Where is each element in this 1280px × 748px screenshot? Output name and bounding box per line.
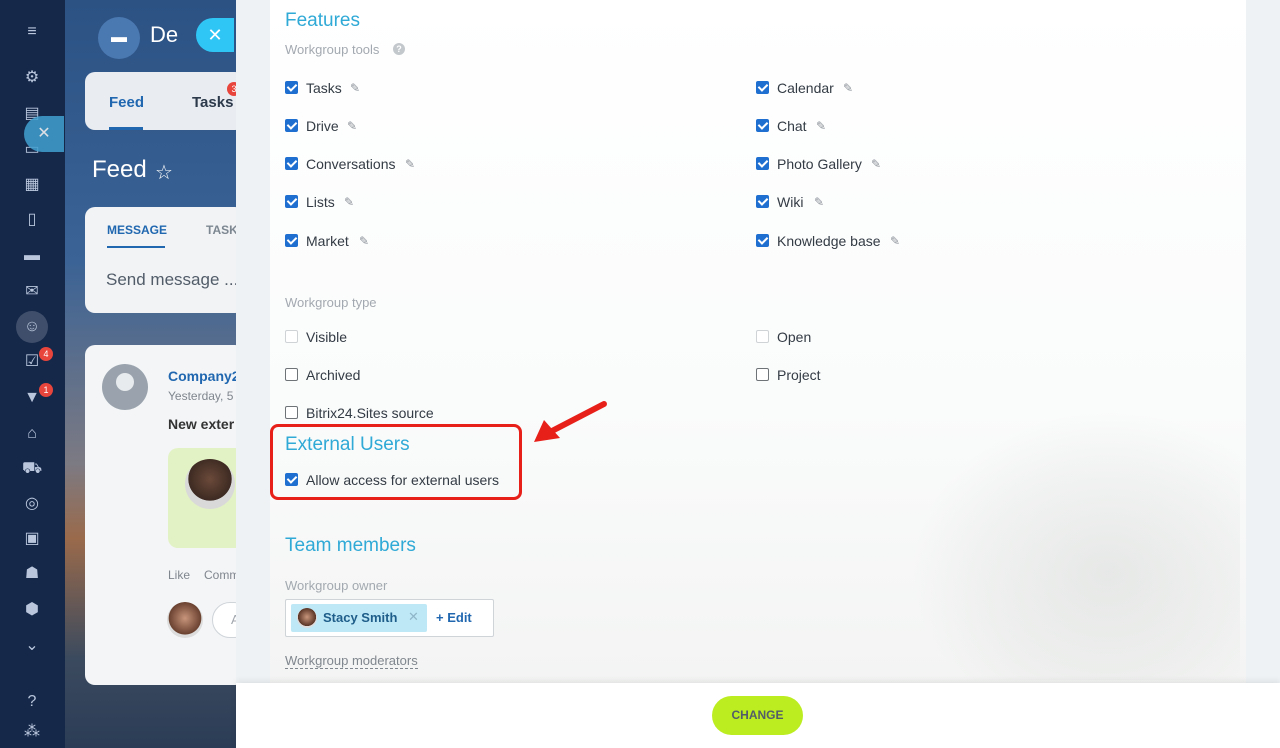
highlight-box xyxy=(270,424,522,500)
tab-tasks[interactable]: Tasks xyxy=(192,94,233,111)
post-time: Yesterday, 5 xyxy=(168,389,234,403)
avatar xyxy=(167,602,203,638)
checkbox-conversations[interactable] xyxy=(285,157,298,170)
pencil-icon[interactable]: ✎ xyxy=(890,234,900,248)
workgroup-type-label: Workgroup type xyxy=(285,295,377,310)
portal-name: De xyxy=(150,22,179,47)
composer-tab-underline xyxy=(107,246,165,248)
checkbox-photo-gallery[interactable] xyxy=(756,157,769,170)
type-label-sites-source: Bitrix24.Sites source xyxy=(306,405,434,421)
folder-icon[interactable]: ▬ xyxy=(98,17,140,59)
mail-icon[interactable]: ✉ xyxy=(22,282,42,302)
workgroup-moderators-link[interactable]: Workgroup moderators xyxy=(285,653,418,669)
box-icon[interactable]: ⬢ xyxy=(22,600,42,620)
tool-label-tasks: Tasks xyxy=(306,80,342,96)
checkbox-knowledge-base[interactable] xyxy=(756,234,769,247)
type-label-visible: Visible xyxy=(306,329,347,345)
checkbox-calendar[interactable] xyxy=(756,81,769,94)
close-slider-button[interactable]: ✕ xyxy=(196,18,234,52)
background-tree-image xyxy=(910,410,1240,680)
groups-icon[interactable]: ☺ xyxy=(22,317,42,337)
pencil-icon[interactable]: ✎ xyxy=(405,157,415,171)
tool-label-drive: Drive xyxy=(306,118,339,134)
pencil-icon[interactable]: ✎ xyxy=(350,81,360,95)
comment-link[interactable]: Comm xyxy=(204,568,239,582)
document-icon[interactable]: ▯ xyxy=(22,210,42,230)
type-label-open: Open xyxy=(777,329,812,345)
tool-label-market: Market xyxy=(306,233,349,249)
annotation-arrow xyxy=(534,401,607,442)
crm-badge: 1 xyxy=(39,383,53,397)
tasks-badge: 4 xyxy=(39,347,53,361)
composer-input[interactable]: Send message ... xyxy=(106,270,238,290)
company-icon[interactable]: ⌂ xyxy=(22,424,42,444)
checkbox-open[interactable] xyxy=(756,330,769,343)
pencil-icon[interactable]: ✎ xyxy=(816,119,826,133)
checkbox-visible[interactable] xyxy=(285,330,298,343)
pencil-icon[interactable]: ✎ xyxy=(871,157,881,171)
type-label-project: Project xyxy=(777,367,821,383)
pencil-icon[interactable]: ✎ xyxy=(843,81,853,95)
checkbox-tasks[interactable] xyxy=(285,81,298,94)
checkbox-archived[interactable] xyxy=(285,368,298,381)
checkbox-market[interactable] xyxy=(285,234,298,247)
pencil-icon[interactable]: ✎ xyxy=(344,195,354,209)
remove-owner-icon[interactable]: ✕ xyxy=(408,609,419,625)
post-title: New exter xyxy=(168,416,235,432)
robot-icon[interactable]: ☗ xyxy=(22,564,42,584)
tool-label-conversations: Conversations xyxy=(306,156,396,172)
avatar xyxy=(102,364,148,410)
tool-label-wiki: Wiki xyxy=(777,194,804,210)
tool-label-lists: Lists xyxy=(306,194,335,210)
left-navigation: ≡ ⚙ ▤ ▭ ▦ ▯ ▬ ✉ ☺ ☑ 4 ▼ 1 ⌂ ⛟ ◎ ▣ ☗ ⬢ ⌄ … xyxy=(0,0,65,748)
sitemap-icon[interactable]: ⁂ xyxy=(22,722,42,742)
workgroup-owner-label: Workgroup owner xyxy=(285,578,388,593)
team-members-title: Team members xyxy=(285,535,416,556)
menu-icon[interactable]: ≡ xyxy=(22,22,42,42)
composer-tab-message[interactable]: MESSAGE xyxy=(107,223,167,237)
pencil-icon[interactable]: ✎ xyxy=(359,234,369,248)
type-label-archived: Archived xyxy=(306,367,361,383)
change-button[interactable]: CHANGE xyxy=(712,696,803,735)
tool-label-chat: Chat xyxy=(777,118,807,134)
pencil-icon[interactable]: ✎ xyxy=(347,119,357,133)
tool-label-knowledge-base: Knowledge base xyxy=(777,233,881,249)
like-link[interactable]: Like xyxy=(168,568,190,582)
sites-icon[interactable]: ⚙ xyxy=(22,68,42,88)
more-icon[interactable]: ⌄ xyxy=(22,636,42,656)
help-icon[interactable]: ? xyxy=(22,692,42,712)
checkbox-wiki[interactable] xyxy=(756,195,769,208)
post-author[interactable]: Company2 xyxy=(168,368,240,384)
checkbox-sites-source[interactable] xyxy=(285,406,298,419)
avatar xyxy=(297,608,317,628)
workgroup-tools-label: Workgroup tools xyxy=(285,42,380,57)
close-icon[interactable]: ✕ xyxy=(24,116,64,152)
checkbox-project[interactable] xyxy=(756,368,769,381)
page-title: Feed xyxy=(92,156,147,183)
drive-icon[interactable]: ▬ xyxy=(22,246,42,266)
composer-tab-task[interactable]: TASK xyxy=(206,223,238,237)
help-icon[interactable]: ? xyxy=(393,43,405,55)
calendar-icon[interactable]: ▦ xyxy=(22,175,42,195)
checkbox-drive[interactable] xyxy=(285,119,298,132)
checkbox-chat[interactable] xyxy=(756,119,769,132)
checkbox-lists[interactable] xyxy=(285,195,298,208)
features-title: Features xyxy=(285,10,360,31)
target-icon[interactable]: ◎ xyxy=(22,494,42,514)
owner-name: Stacy Smith xyxy=(323,610,398,625)
contact-card-icon[interactable]: ▣ xyxy=(22,529,42,549)
star-icon[interactable]: ☆ xyxy=(155,160,173,185)
tool-label-photo-gallery: Photo Gallery xyxy=(777,156,862,172)
shop-icon[interactable]: ⛟ xyxy=(22,459,42,479)
avatar xyxy=(185,459,235,509)
tool-label-calendar: Calendar xyxy=(777,80,834,96)
pencil-icon[interactable]: ✎ xyxy=(814,195,824,209)
tab-feed-underline xyxy=(109,127,143,130)
edit-owner-button[interactable]: + Edit xyxy=(436,610,472,625)
tab-feed[interactable]: Feed xyxy=(109,94,144,111)
